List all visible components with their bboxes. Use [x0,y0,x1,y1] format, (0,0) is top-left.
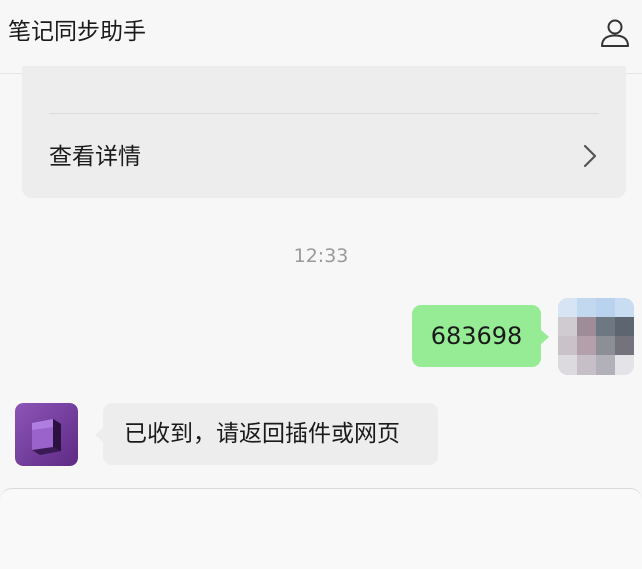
message-timestamp: 12:33 [293,245,349,267]
message-composer-area[interactable] [0,488,642,569]
profile-button[interactable] [598,16,632,50]
app-header: 笔记同步助手 [0,0,642,74]
notebook-app-icon [15,403,78,466]
view-details-row[interactable]: 查看详情 [22,114,626,198]
user-profile-icon [601,19,629,47]
view-details-label: 查看详情 [49,144,141,170]
incoming-message-text: 已收到，请返回插件或网页 [124,421,400,447]
chevron-right-icon [583,144,597,168]
message-card: 查看详情 [22,66,626,198]
incoming-message-bubble[interactable]: 已收到，请返回插件或网页 [95,403,438,465]
outgoing-message-bubble[interactable]: 683698 [412,305,549,367]
pixelated-avatar-image [558,298,634,375]
user-avatar[interactable] [558,298,634,375]
bot-avatar[interactable] [15,403,78,466]
page-title: 笔记同步助手 [8,19,146,45]
